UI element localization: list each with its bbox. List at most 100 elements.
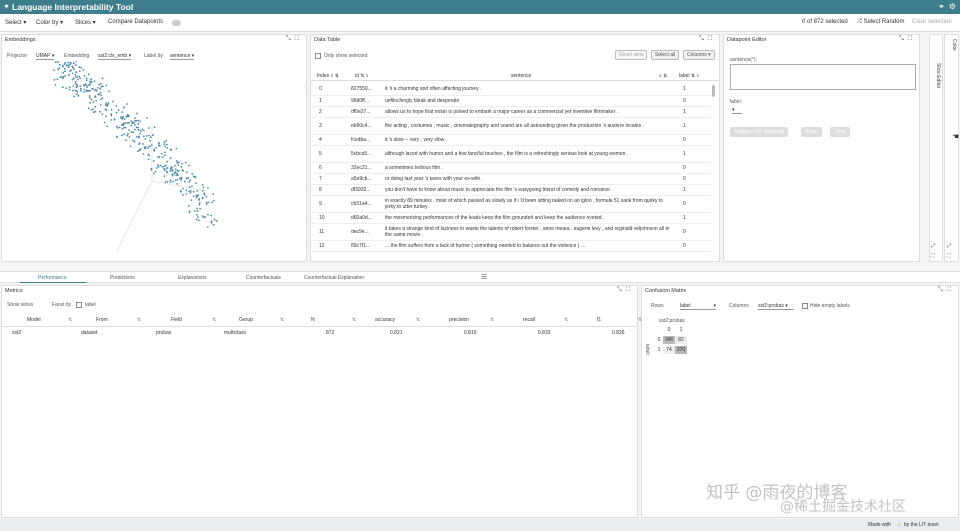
metrics-header-cell[interactable]: Field <box>171 317 182 323</box>
minimize-icon[interactable]: ⤡ <box>699 36 708 42</box>
matrix-cell[interactable]: 370 <box>675 346 687 354</box>
sort-icon[interactable]: ⇅ <box>137 317 141 323</box>
embedding-point <box>137 129 140 131</box>
metrics-header-cell[interactable]: Group <box>239 317 253 323</box>
settings-icon[interactable]: ⚙ <box>948 2 957 11</box>
tab-predictions[interactable]: Predictions <box>110 275 135 281</box>
select-menu[interactable]: Select ▾ <box>5 19 26 26</box>
search-icon: ⌕ <box>365 73 369 79</box>
embedding-point <box>75 64 77 67</box>
color-panel[interactable]: Color ☚ ⤢ ⛶ <box>944 34 959 262</box>
table-row[interactable]: 1 96d0ff... unflinchingly bleak and desper… <box>311 95 711 106</box>
maximize-icon[interactable]: ⛶ <box>295 36 303 42</box>
sentence-field[interactable] <box>730 64 916 90</box>
hide-empty-checkbox[interactable] <box>802 303 808 309</box>
tab-explanations[interactable]: Explanations <box>178 275 207 281</box>
matrix-cell[interactable]: 74 <box>663 346 675 354</box>
reset-view-button[interactable]: Reset view <box>615 50 648 60</box>
header-index[interactable]: Index ⌕ ⇅ <box>317 73 339 79</box>
clear-selection-button[interactable]: Clear selection <box>912 19 952 25</box>
metrics-header-cell[interactable]: N <box>311 317 315 323</box>
table-row[interactable]: 5 5cbca5... although laced with humor and … <box>311 145 711 162</box>
columns-select[interactable]: sst2:probas ▾ <box>758 303 794 310</box>
table-row[interactable]: 2 df0e27... allows us to hope that nolan i… <box>311 106 711 117</box>
minimize-icon[interactable]: ⤡ <box>899 36 908 42</box>
sort-icon[interactable]: ⇅ <box>564 317 568 323</box>
header-sentence[interactable]: sentence <box>511 73 531 79</box>
metrics-header-cell[interactable]: recall <box>523 317 535 323</box>
table-row[interactable]: 0 827559... it 's a charming and often aff… <box>311 84 711 95</box>
embedding-point <box>61 64 64 67</box>
metrics-header-cell[interactable]: f1 <box>597 317 601 323</box>
projector-select[interactable]: UMAP ▾ <box>36 53 55 60</box>
embeddings-title: Embeddings <box>5 37 36 43</box>
embedding-point <box>137 122 140 125</box>
sort-icon[interactable]: ⇅ <box>212 317 216 323</box>
maximize-icon[interactable]: ⛶ <box>931 253 935 259</box>
table-row[interactable]: 7 a5a9cb... or doing last year 's taxes wi… <box>311 173 711 184</box>
tab-counterfactual-explanation[interactable]: Counterfactual Explanation <box>304 275 364 281</box>
maximize-icon[interactable]: ⛶ <box>626 287 634 293</box>
slice-editor-panel[interactable]: Slice Editor ⤢ ⛶ <box>929 34 943 262</box>
table-row[interactable]: 8 df3932... you don't have to know about m… <box>311 184 711 195</box>
search-icon[interactable]: ⌕ ⇅ <box>659 73 667 79</box>
tab-counterfactuals[interactable]: Counterfactuals <box>246 275 281 281</box>
only-selected-checkbox[interactable] <box>315 53 321 59</box>
reset-button[interactable]: Reset <box>801 127 823 137</box>
slices-menu[interactable]: Slices ▾ <box>75 19 96 26</box>
cell-index: 3 <box>319 122 322 129</box>
maximize-icon[interactable]: ⛶ <box>947 287 955 293</box>
link-icon[interactable]: ⚭ <box>937 2 946 11</box>
table-scrollbar[interactable] <box>712 85 715 97</box>
tab-performance[interactable]: Performance <box>38 275 67 281</box>
expand-icon[interactable]: ⤢ <box>947 243 951 249</box>
embedding-select[interactable]: sst2:cls_emb ▾ <box>98 53 132 60</box>
compare-toggle[interactable] <box>172 20 181 26</box>
table-row[interactable]: 11 dec9e... it takes a strange kind of laz… <box>311 223 711 240</box>
facet-label-checkbox[interactable] <box>76 302 82 308</box>
maximize-icon[interactable]: ⛶ <box>908 36 916 42</box>
drag-handle-icon[interactable]: ☰ <box>481 273 487 281</box>
matrix-cell[interactable]: 82 <box>675 336 687 344</box>
color-by-menu[interactable]: Color by ▾ <box>36 19 63 26</box>
maximize-icon[interactable]: ⛶ <box>708 36 716 42</box>
cell-sentence: unflinchingly bleak and desperate <box>385 97 460 104</box>
table-row[interactable]: 4 fcedba... it 's slow -- very , very slow… <box>311 134 711 145</box>
metrics-header-cell[interactable]: From <box>96 317 108 323</box>
maximize-icon[interactable]: ⛶ <box>947 253 951 259</box>
metrics-header-cell[interactable]: precision <box>449 317 469 323</box>
matrix-cell[interactable]: 346 <box>663 336 675 344</box>
table-row[interactable]: 6 32ec21... a sometimes tedious film . 0 <box>311 162 711 173</box>
embedding-point <box>126 115 129 118</box>
header-label[interactable]: label ⇅ ⌕ <box>679 73 699 79</box>
table-row[interactable]: 10 d60a0d... the mesmerizing performances … <box>311 212 711 223</box>
embedding-point <box>133 122 135 124</box>
table-row[interactable]: 12 89c7f1... ... the film suffers from a l… <box>311 240 711 251</box>
metrics-header-cell[interactable]: Model <box>27 317 41 323</box>
rows-select[interactable]: label ▾ <box>680 303 716 310</box>
embedding-point <box>89 96 91 99</box>
metrics-header-cell[interactable]: accuracy <box>375 317 395 323</box>
columns-button[interactable]: Columns ▾ <box>683 50 715 60</box>
sort-icon[interactable]: ⇅ <box>280 317 284 323</box>
sort-icon[interactable]: ⇅ <box>68 317 72 323</box>
expand-icon[interactable]: ⤢ <box>931 243 935 249</box>
clear-button[interactable]: Clear <box>830 127 850 137</box>
embedding-point <box>163 169 166 172</box>
sort-icon[interactable]: ⇅ <box>416 317 420 323</box>
embedding-point <box>153 172 155 175</box>
sort-icon[interactable]: ⇅ <box>352 317 356 323</box>
table-row[interactable]: 3 eb90c4... the acting , costumes , music … <box>311 117 711 134</box>
embedding-scatter-plot[interactable] <box>2 61 306 261</box>
analyze-datapoint-button[interactable]: Analyze new datapoint <box>730 127 789 137</box>
header-id[interactable]: id ⇅ ⌕ <box>355 73 369 79</box>
minimize-icon[interactable]: ⤡ <box>286 36 295 42</box>
select-random-button[interactable]: ⤮ Select Random <box>857 19 905 26</box>
sort-icon[interactable]: ⇅ <box>490 317 494 323</box>
select-all-button[interactable]: Select all <box>651 50 680 60</box>
minimize-icon[interactable]: ⤡ <box>617 287 626 293</box>
minimize-icon[interactable]: ⤡ <box>938 287 947 293</box>
label-by-select[interactable]: sentence ▾ <box>170 53 195 60</box>
label-field-select[interactable]: ▾ <box>732 107 742 114</box>
table-row[interactable]: 9 cb31a4... in exactly 89 minutes , most o… <box>311 195 711 212</box>
